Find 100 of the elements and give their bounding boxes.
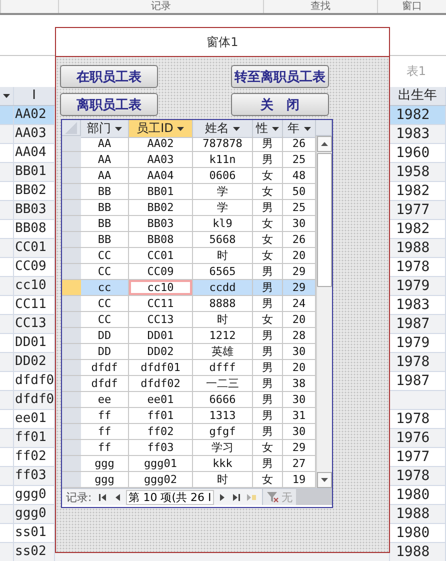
form-title: 窗体1 <box>206 34 238 50</box>
dropdown-icon[interactable] <box>3 94 10 98</box>
column-header[interactable]: 性 <box>253 120 283 138</box>
grid-cell: ff <box>81 440 129 456</box>
grid-cell: cc10 <box>129 280 193 296</box>
record-selector[interactable] <box>62 136 81 152</box>
grid-cell: 男 <box>253 328 283 344</box>
grid-cell: ff02 <box>129 424 193 440</box>
column-header[interactable]: 姓名 <box>193 120 253 138</box>
grid-cell: 31 <box>283 408 316 424</box>
grid-cell: k11n <box>193 152 253 168</box>
grid-cell: ee <box>81 392 129 408</box>
next-record-icon <box>217 492 226 502</box>
select-all-icon[interactable] <box>65 122 77 134</box>
grid-cell: DD <box>81 344 129 360</box>
record-selector[interactable] <box>62 472 81 488</box>
grid-cell: ff <box>81 408 129 424</box>
grid-cell: DD02 <box>129 344 193 360</box>
record-selector[interactable] <box>62 312 81 328</box>
record-selector[interactable] <box>62 328 81 344</box>
record-selector[interactable] <box>62 280 81 296</box>
record-selector[interactable] <box>62 216 81 232</box>
grid-cell: 1313 <box>193 408 253 424</box>
record-selector[interactable] <box>62 232 81 248</box>
header-corner <box>316 120 332 136</box>
grid-cell: 男 <box>253 200 283 216</box>
record-selector[interactable] <box>62 440 81 456</box>
column-header[interactable]: 年 <box>283 120 316 138</box>
grid-cell: AA <box>81 168 129 184</box>
record-selector[interactable] <box>62 248 81 264</box>
record-selector[interactable] <box>62 296 81 312</box>
column-header[interactable]: 部门 <box>81 120 129 138</box>
grid-cell: dfff <box>193 360 253 376</box>
grid-cell: ff <box>81 424 129 440</box>
grid-cell: 8888 <box>193 296 253 312</box>
grid-cell: 女 <box>253 216 283 232</box>
scroll-down-button[interactable] <box>317 472 332 488</box>
record-selector[interactable] <box>62 184 81 200</box>
scroll-up-button[interactable] <box>317 136 332 152</box>
grid-cell: 男 <box>253 344 283 360</box>
grid-cell: 25 <box>283 152 316 168</box>
record-selector[interactable] <box>62 264 81 280</box>
grid-cell: 女 <box>253 248 283 264</box>
form-button[interactable]: 离职员工表 <box>60 93 158 116</box>
record-selector[interactable] <box>62 376 81 392</box>
grid-cell: 28 <box>283 328 316 344</box>
grid-cell: 24 <box>283 296 316 312</box>
grid-cell: gfgf <box>193 424 253 440</box>
grid-cell: 学习 <box>193 440 253 456</box>
grid-cell: 50 <box>283 184 316 200</box>
new-record-icon <box>247 492 256 502</box>
grid-cell: 5668 <box>193 232 253 248</box>
record-selector[interactable] <box>62 408 81 424</box>
column-header[interactable]: 员工ID <box>129 120 193 138</box>
record-selector[interactable] <box>62 456 81 472</box>
grid-cell: 男 <box>253 136 283 152</box>
grid-cell: 29 <box>283 280 316 296</box>
record-selector[interactable] <box>62 392 81 408</box>
grid-cell: BB01 <box>129 184 193 200</box>
ribbon-group-label: 窗口 <box>402 1 422 13</box>
grid-cell: 48 <box>283 168 316 184</box>
record-selector[interactable] <box>62 200 81 216</box>
grid-cell: AA02 <box>129 136 193 152</box>
filter-icon <box>267 492 280 502</box>
grid-cell: 20 <box>283 360 316 376</box>
grid-cell: BB <box>81 200 129 216</box>
grid-cell: 25 <box>283 200 316 216</box>
grid-cell: 30 <box>283 424 316 440</box>
grid-cell: CC01 <box>129 248 193 264</box>
grid-cell: ff01 <box>129 408 193 424</box>
grid-cell: 学 <box>193 184 253 200</box>
record-position-field[interactable]: 第 10 项(共 26 I <box>126 490 214 504</box>
form-button[interactable]: 转至离职员工表 <box>231 65 329 88</box>
grid-cell: 女 <box>253 168 283 184</box>
grid-cell: BB03 <box>129 216 193 232</box>
record-selector[interactable] <box>62 344 81 360</box>
grid-cell: AA03 <box>129 152 193 168</box>
grid-cell: 26 <box>283 232 316 248</box>
grid-cell: CC <box>81 296 129 312</box>
record-selector[interactable] <box>62 168 81 184</box>
grid-cell: BB <box>81 184 129 200</box>
grid-cell: 时 <box>193 248 253 264</box>
grid-cell: BB <box>81 216 129 232</box>
first-record-icon <box>98 492 108 502</box>
grid-cell: CC <box>81 248 129 264</box>
form-button[interactable]: 关 闭 <box>231 93 329 116</box>
record-selector[interactable] <box>62 152 81 168</box>
grid-cell: 男 <box>253 360 283 376</box>
form-button[interactable]: 在职员工表 <box>60 65 158 88</box>
grid-cell: BB02 <box>129 200 193 216</box>
grid-cell: AA <box>81 136 129 152</box>
record-selector[interactable] <box>62 424 81 440</box>
grid-cell: 30 <box>283 216 316 232</box>
grid-cell: CC <box>81 312 129 328</box>
record-selector[interactable] <box>62 360 81 376</box>
horizontal-scrollbar[interactable] <box>296 489 332 505</box>
grid-cell: 时 <box>193 312 253 328</box>
scrollbar[interactable] <box>316 136 332 488</box>
grid-cell: BB <box>81 232 129 248</box>
scroll-thumb[interactable] <box>317 153 332 287</box>
